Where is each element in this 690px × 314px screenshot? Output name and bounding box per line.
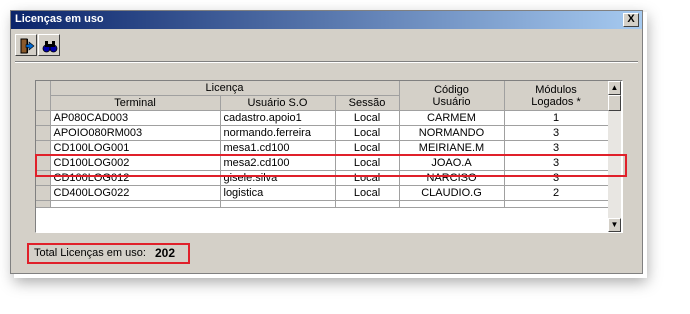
row-indicator[interactable] bbox=[36, 200, 51, 208]
header-row-group: Licença Código Usuário Módulos Logados * bbox=[36, 81, 609, 111]
exit-button[interactable] bbox=[15, 34, 37, 56]
close-button[interactable]: X bbox=[623, 13, 639, 27]
cell-codigo[interactable]: CARMEM bbox=[399, 110, 505, 126]
cell-codigo[interactable]: NORMANDO bbox=[399, 125, 505, 141]
usuario-so-header[interactable]: Usuário S.O bbox=[220, 95, 336, 111]
cell-codigo[interactable] bbox=[399, 200, 505, 208]
licenses-window: Licenças em uso X Licença Código Usuário… bbox=[10, 10, 643, 274]
cell-usuario-so[interactable] bbox=[220, 200, 336, 208]
modulos-header-line1: Módulos bbox=[535, 83, 577, 96]
modulos-logados-header[interactable]: Módulos Logados * bbox=[504, 81, 609, 111]
licenses-table: Licença Código Usuário Módulos Logados *… bbox=[36, 81, 609, 208]
scroll-up-button[interactable]: ▲ bbox=[608, 81, 621, 95]
toolbar-separator bbox=[15, 61, 638, 63]
terminal-header[interactable]: Terminal bbox=[50, 95, 221, 111]
row-indicator[interactable] bbox=[36, 185, 51, 201]
title-bar[interactable]: Licenças em uso X bbox=[11, 11, 642, 29]
cell-sessao[interactable]: Local bbox=[335, 110, 400, 126]
codigo-header-line2: Usuário bbox=[432, 95, 471, 108]
row-indicator[interactable] bbox=[36, 125, 51, 141]
total-licenses-label: Total Licenças em uso: bbox=[34, 247, 146, 259]
cell-usuario-so[interactable]: normando.ferreira bbox=[220, 125, 336, 141]
cell-modulos[interactable]: 2 bbox=[504, 185, 609, 201]
total-licenses-value: 202 bbox=[155, 246, 176, 260]
exit-icon bbox=[20, 38, 35, 54]
cell-terminal[interactable]: APOIO080RM003 bbox=[50, 125, 221, 141]
cell-sessao[interactable] bbox=[335, 200, 400, 208]
cell-terminal[interactable]: CD400LOG022 bbox=[50, 185, 221, 201]
binoculars-icon bbox=[42, 41, 58, 53]
row-highlight-box bbox=[35, 154, 627, 177]
table-row[interactable]: CD400LOG022 logistica Local CLAUDIO.G 2 bbox=[36, 185, 609, 201]
sessao-header[interactable]: Sessão bbox=[335, 95, 400, 111]
cell-modulos[interactable] bbox=[504, 200, 609, 208]
codigo-header-line1: Código bbox=[434, 83, 469, 96]
window-title: Licenças em uso bbox=[15, 13, 104, 25]
licenca-group-header: Licença bbox=[50, 81, 400, 96]
cell-sessao[interactable]: Local bbox=[335, 125, 400, 141]
cell-usuario-so[interactable]: logistica bbox=[220, 185, 336, 201]
scroll-down-button[interactable]: ▼ bbox=[608, 218, 621, 232]
cell-modulos[interactable]: 1 bbox=[504, 110, 609, 126]
toolbar bbox=[11, 31, 642, 61]
cell-codigo[interactable]: CLAUDIO.G bbox=[399, 185, 505, 201]
scroll-thumb[interactable] bbox=[608, 95, 621, 111]
cell-sessao[interactable]: Local bbox=[335, 185, 400, 201]
table-row[interactable]: APOIO080RM003 normando.ferreira Local NO… bbox=[36, 125, 609, 141]
codigo-usuario-header[interactable]: Código Usuário bbox=[399, 81, 505, 111]
cell-terminal[interactable] bbox=[50, 200, 221, 208]
search-button[interactable] bbox=[38, 34, 60, 56]
cell-terminal[interactable]: AP080CAD003 bbox=[50, 110, 221, 126]
table-row-partial[interactable] bbox=[36, 200, 609, 208]
cell-usuario-so[interactable]: cadastro.apoio1 bbox=[220, 110, 336, 126]
row-indicator[interactable] bbox=[36, 110, 51, 126]
cell-modulos[interactable]: 3 bbox=[504, 125, 609, 141]
indicator-header bbox=[36, 81, 51, 111]
table-row[interactable]: AP080CAD003 cadastro.apoio1 Local CARMEM… bbox=[36, 110, 609, 126]
modulos-header-line2: Logados * bbox=[531, 95, 581, 108]
